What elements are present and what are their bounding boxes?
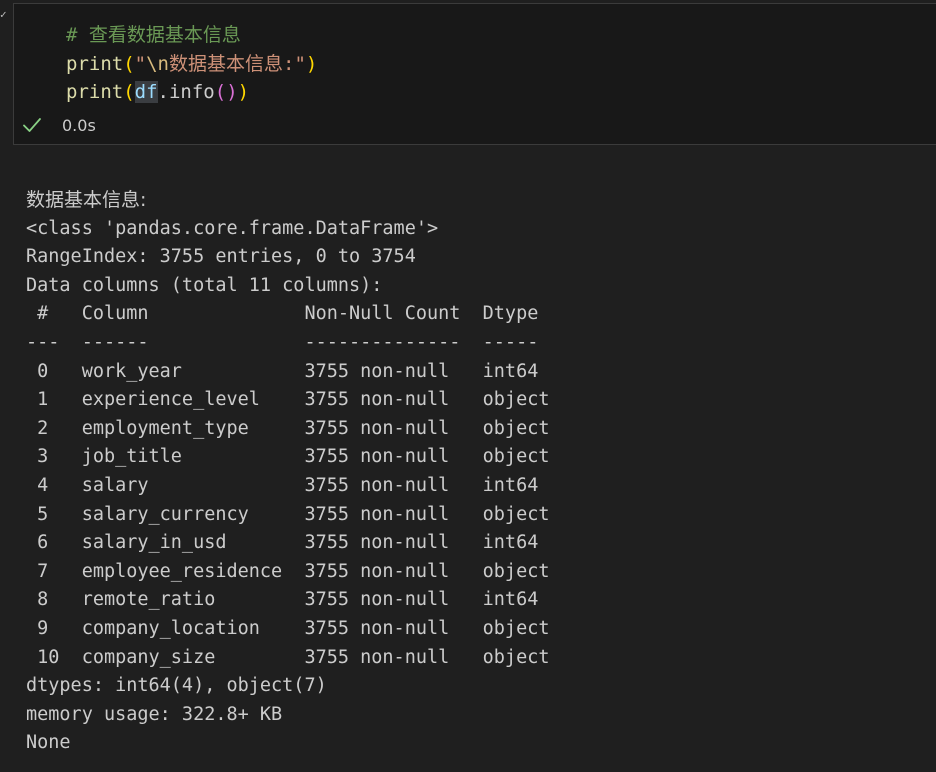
output-dtypes-summary: dtypes: int64(4), object(7) [26, 675, 327, 697]
output-line: 数据基本信息: [26, 189, 147, 211]
code-line-3: print(df.info()) [66, 78, 249, 106]
execution-time: 0.0s [62, 115, 96, 135]
output-line: <class 'pandas.core.frame.DataFrame'> [26, 217, 439, 239]
output-table-header: # Column Non-Null Count Dtype [26, 303, 550, 325]
output-return-value: None [26, 732, 71, 754]
code-variable-df[interactable]: df [134, 81, 158, 103]
output-table-row: 7 employee_residence 3755 non-null objec… [26, 560, 550, 582]
code-inner-paren-close: ) [226, 81, 238, 103]
code-paren-open: ( [123, 81, 135, 103]
code-paren-close: ) [305, 53, 318, 75]
cell-collapse-icon[interactable]: ✓ [0, 9, 8, 20]
code-quote-close: " [294, 53, 306, 75]
output-table-row: 4 salary 3755 non-null int64 [26, 474, 550, 496]
output-line: Data columns (total 11 columns): [26, 274, 383, 296]
code-method-info: .info [157, 81, 215, 103]
output-table-row: 9 company_location 3755 non-null object [26, 617, 550, 639]
code-paren-open: ( [123, 53, 135, 75]
output-memory-usage: memory usage: 322.8+ KB [26, 703, 283, 725]
output-table-row: 1 experience_level 3755 non-null object [26, 389, 550, 411]
check-icon [22, 115, 42, 135]
code-function-print: print [66, 81, 124, 103]
output-table-row: 0 work_year 3755 non-null int64 [26, 360, 550, 382]
output-table-row: 2 employment_type 3755 non-null object [26, 417, 550, 439]
code-escape-sequence: \n [146, 53, 169, 75]
output-table-row: 3 job_title 3755 non-null object [26, 446, 550, 468]
cell-output: 数据基本信息: <class 'pandas.core.frame.DataFr… [26, 186, 926, 758]
code-paren-close: ) [237, 81, 250, 103]
execution-status: 0.0s [22, 113, 96, 137]
code-inner-paren-open: ( [214, 81, 227, 103]
code-quote-open: " [134, 53, 147, 75]
code-function-print: print [66, 53, 124, 75]
output-table-row: 6 salary_in_usd 3755 non-null int64 [26, 532, 550, 554]
code-line-1: # 查看数据基本信息 [66, 21, 241, 49]
code-comment: # 查看数据基本信息 [66, 24, 241, 46]
code-line-2: print("\n数据基本信息:") [66, 50, 317, 78]
output-table-row: 10 company_size 3755 non-null object [26, 646, 550, 668]
output-table-row: 5 salary_currency 3755 non-null object [26, 503, 550, 525]
code-string-text: 数据基本信息: [169, 53, 295, 75]
output-line: RangeIndex: 3755 entries, 0 to 3754 [26, 246, 416, 268]
output-table-divider: --- ------ -------------- ----- [26, 331, 550, 353]
code-cell[interactable]: # 查看数据基本信息 print("\n数据基本信息:") print(df.i… [13, 3, 936, 145]
output-table-row: 8 remote_ratio 3755 non-null int64 [26, 589, 550, 611]
